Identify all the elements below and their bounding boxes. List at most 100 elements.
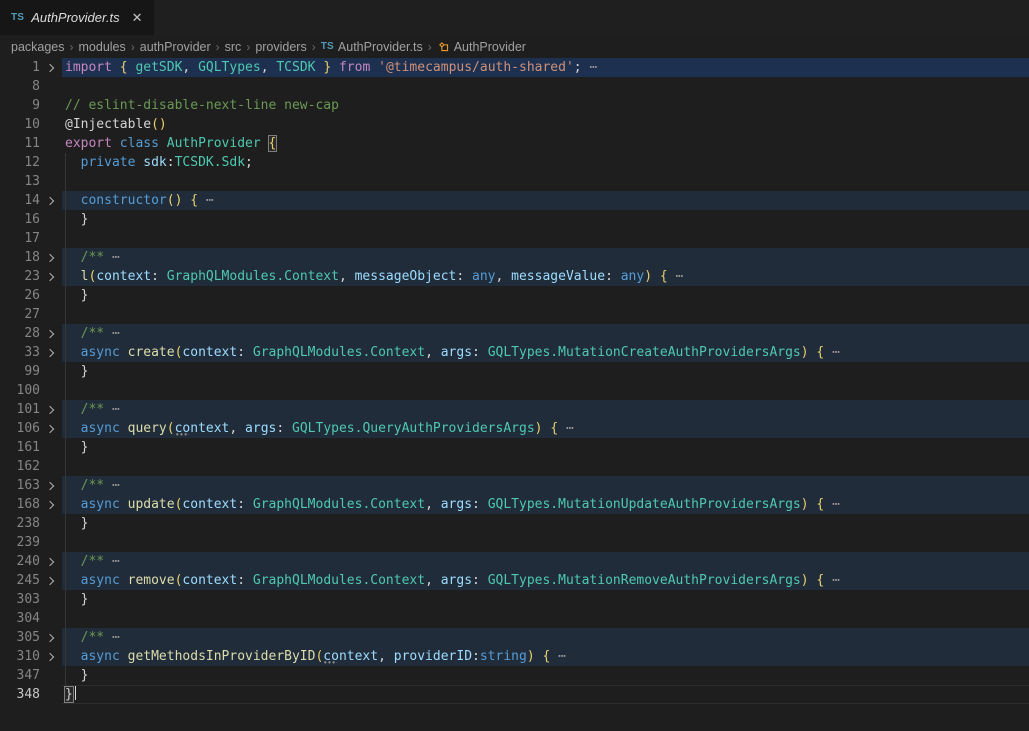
code-line-303[interactable]: 303 } [0,590,1029,609]
code-text: /** ⋯ [62,552,1029,571]
code-token: } [65,592,88,607]
code-token: ( [167,421,175,436]
code-line-11[interactable]: 11export class AuthProvider { [0,134,1029,153]
code-line-33[interactable]: 33 async create(context: GraphQLModules.… [0,343,1029,362]
code-token: ; [245,155,253,170]
code-line-168[interactable]: 168 async update(context: GraphQLModules… [0,495,1029,514]
code-token [65,345,81,360]
code-editor: 1import { getSDK, GQLTypes, TCSDK } from… [0,58,1029,704]
fold-chevron-icon[interactable] [40,476,62,495]
code-line-305[interactable]: 305 /** ⋯ [0,628,1029,647]
breadcrumb-item-providers[interactable]: providers [255,40,306,54]
line-number: 304 [0,609,40,628]
code-line-14[interactable]: 14 constructor() { ⋯ [0,191,1029,210]
gutter-spacer [40,685,62,704]
code-line-245[interactable]: 245 async remove(context: GraphQLModules… [0,571,1029,590]
breadcrumb-item-packages[interactable]: packages [11,40,65,54]
code-text: } [62,210,1029,229]
code-line-310[interactable]: 310 async getMethodsInProviderByID(conte… [0,647,1029,666]
fold-chevron-icon[interactable] [40,647,62,666]
line-number: 13 [0,172,40,191]
close-icon[interactable]: ✕ [132,11,143,24]
fold-chevron-icon[interactable] [40,343,62,362]
fold-chevron-icon[interactable] [40,267,62,286]
code-line-239[interactable]: 239 [0,533,1029,552]
fold-chevron-icon[interactable] [40,571,62,590]
code-token: ⋯ [104,402,120,417]
code-token [65,554,81,569]
code-token: , [182,60,198,75]
gutter-spacer [40,457,62,476]
code-text: /** ⋯ [62,248,1029,267]
code-line-18[interactable]: 18 /** ⋯ [0,248,1029,267]
line-number: 100 [0,381,40,400]
code-line-99[interactable]: 99 } [0,362,1029,381]
code-line-101[interactable]: 101 /** ⋯ [0,400,1029,419]
line-number: 14 [0,191,40,210]
code-text: /** ⋯ [62,400,1029,419]
fold-chevron-icon[interactable] [40,628,62,647]
gutter-spacer [40,286,62,305]
line-number: 8 [0,77,40,96]
fold-chevron-icon[interactable] [40,324,62,343]
breadcrumb-label: AuthProvider [454,40,526,54]
code-line-28[interactable]: 28 /** ⋯ [0,324,1029,343]
fold-chevron-icon[interactable] [40,419,62,438]
code-token: private [81,155,144,170]
code-line-304[interactable]: 304 [0,609,1029,628]
code-line-347[interactable]: 347 } [0,666,1029,685]
code-line-16[interactable]: 16 } [0,210,1029,229]
line-number: 9 [0,96,40,115]
code-line-10[interactable]: 10@Injectable() [0,115,1029,134]
line-number: 12 [0,153,40,172]
code-token [652,269,660,284]
code-token: } [65,440,88,455]
breadcrumb-item-src[interactable]: src [225,40,242,54]
code-line-8[interactable]: 8 [0,77,1029,96]
code-line-162[interactable]: 162 [0,457,1029,476]
code-token: : [472,573,488,588]
code-token: ⋯ [104,478,120,493]
code-token [65,250,81,265]
code-line-240[interactable]: 240 /** ⋯ [0,552,1029,571]
gutter-spacer [40,210,62,229]
code-line-26[interactable]: 26 } [0,286,1029,305]
code-line-17[interactable]: 17 [0,229,1029,248]
code-line-163[interactable]: 163 /** ⋯ [0,476,1029,495]
code-token: ⋯ [550,649,566,664]
code-line-161[interactable]: 161 } [0,438,1029,457]
code-token: async [81,573,128,588]
gutter-spacer [40,153,62,172]
code-text: } [62,666,1029,685]
code-token: args [245,421,276,436]
fold-chevron-icon[interactable] [40,58,62,77]
breadcrumb-item-authprovider[interactable]: authProvider [140,40,211,54]
code-line-1[interactable]: 1import { getSDK, GQLTypes, TCSDK } from… [0,58,1029,77]
fold-chevron-icon[interactable] [40,495,62,514]
breadcrumb-separator-icon: › [426,40,434,54]
fold-chevron-icon[interactable] [40,400,62,419]
line-number: 33 [0,343,40,362]
gutter-spacer [40,305,62,324]
code-line-106[interactable]: 106 async query(context, args: GQLTypes.… [0,419,1029,438]
code-line-348[interactable]: 348} [0,685,1029,704]
breadcrumb-item-authprovider[interactable]: AuthProvider [437,40,526,54]
code-token: AuthProvider [167,136,269,151]
code-line-13[interactable]: 13 [0,172,1029,191]
line-number: 347 [0,666,40,685]
breadcrumb-item-authprovider-ts[interactable]: TSAuthProvider.ts [321,40,423,54]
code-token [65,421,81,436]
code-line-100[interactable]: 100 [0,381,1029,400]
tab-authprovider[interactable]: TS AuthProvider.ts ✕ [0,0,154,35]
code-line-23[interactable]: 23 l(context: GraphQLModules.Context, me… [0,267,1029,286]
fold-chevron-icon[interactable] [40,248,62,267]
code-line-12[interactable]: 12 private sdk:TCSDK.Sdk; [0,153,1029,172]
code-token: : [472,345,488,360]
code-line-27[interactable]: 27 [0,305,1029,324]
fold-chevron-icon[interactable] [40,552,62,571]
breadcrumb-item-modules[interactable]: modules [79,40,126,54]
code-token: } [64,686,74,703]
code-line-9[interactable]: 9// eslint-disable-next-line new-cap [0,96,1029,115]
code-line-238[interactable]: 238 } [0,514,1029,533]
fold-chevron-icon[interactable] [40,191,62,210]
